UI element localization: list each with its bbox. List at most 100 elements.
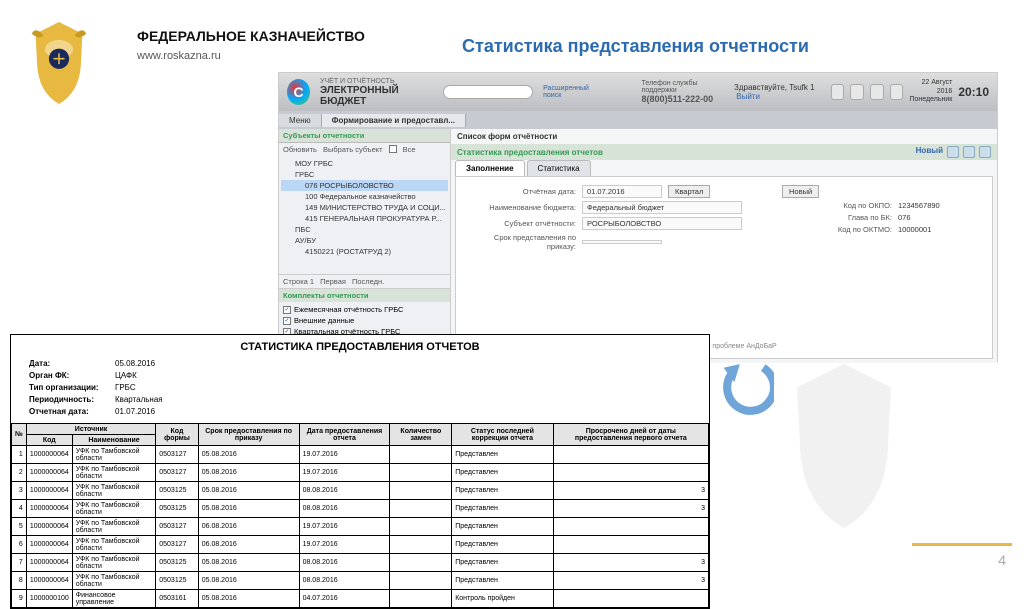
checkbox[interactable]: ✓ xyxy=(283,306,291,314)
tree-item[interactable]: ГРБС xyxy=(281,169,448,180)
table-row: 21000000064УФК по Тамбовской области0503… xyxy=(12,464,709,482)
okpo-value: 1234567890 xyxy=(898,201,940,210)
app-brand: ЭЛЕКТРОННЫЙ БЮДЖЕТ xyxy=(320,85,433,107)
col-submit-date: Дата предоставления отчета xyxy=(299,424,390,446)
app-header: С УЧЁТ И ОТЧЁТНОСТЬ ЭЛЕКТРОННЫЙ БЮДЖЕТ Р… xyxy=(279,73,997,111)
tree-item[interactable]: 415 ГЕНЕРАЛЬНАЯ ПРОКУРАТУРА Р... xyxy=(281,213,448,224)
col-name: Наименование xyxy=(72,435,156,446)
ext-search-link[interactable]: Расширенный поиск xyxy=(543,85,601,99)
oktmo-label: Код по ОКТМО: xyxy=(782,225,892,234)
page-number: 4 xyxy=(998,552,1006,568)
okpo-label: Код по ОКПО: xyxy=(782,201,892,210)
oktmo-value: 10000001 xyxy=(898,225,931,234)
checkbox[interactable]: ✓ xyxy=(283,317,291,325)
tree-item[interactable]: 4150221 (РОСТАТРУД 2) xyxy=(281,246,448,257)
tool-icon[interactable] xyxy=(963,146,975,158)
app-menu: Меню Формирование и предоставл... xyxy=(279,111,997,129)
date-label: Отчётная дата: xyxy=(466,187,576,196)
new-form-button[interactable]: Новый xyxy=(782,185,819,198)
phone-label: Телефон службы поддержки xyxy=(642,80,724,94)
col-code: Код xyxy=(26,435,72,446)
tool-icon[interactable] xyxy=(890,84,904,100)
budget-field[interactable]: Федеральный бюджет xyxy=(582,201,742,214)
sidebar: Субъекты отчетности Обновить Выбрать суб… xyxy=(279,129,451,363)
menu-item[interactable]: Меню xyxy=(279,114,322,127)
watermark-icon xyxy=(754,356,934,536)
pager-info: Строка 1 xyxy=(283,277,314,286)
deadline-label: Срок представления по приказу: xyxy=(466,233,576,251)
header-date: 22 Август 2016 xyxy=(909,79,952,96)
subj-field[interactable]: РОСРЫБОЛОВСТВО xyxy=(582,217,742,230)
greeting: Здравствуйте, Tsufk 1 xyxy=(734,83,815,92)
tree-item[interactable]: МОУ ГРБС xyxy=(281,158,448,169)
all-label: Все xyxy=(403,145,416,154)
col-status: Статус последней коррекции отчета xyxy=(452,424,553,446)
subject-tree: МОУ ГРБС ГРБС 076 РОСРЫБОЛОВСТВО 100 Фед… xyxy=(279,156,450,274)
refresh-link[interactable]: Обновить xyxy=(283,145,317,154)
table-row: 81000000064УФК по Тамбовской области0503… xyxy=(12,572,709,590)
tool-icon[interactable] xyxy=(870,84,884,100)
table-row: 31000000064УФК по Тамбовской области0503… xyxy=(12,482,709,500)
select-subject-link[interactable]: Выбрать субъект xyxy=(323,145,383,154)
report-title: СТАТИСТИКА ПРЕДОСТАВЛЕНИЯ ОТЧЕТОВ xyxy=(11,335,709,357)
chapter-value: 076 xyxy=(898,213,911,222)
tree-item[interactable]: АУ/БУ xyxy=(281,235,448,246)
col-source: Источник xyxy=(26,424,155,435)
app-logo-icon: С xyxy=(287,79,310,105)
report-meta: Дата:05.08.2016Орган ФК:ЦАФКТип организа… xyxy=(11,357,709,423)
table-row: 41000000064УФК по Тамбовской области0503… xyxy=(12,500,709,518)
sidebar-section: Субъекты отчетности xyxy=(279,129,450,143)
date-field[interactable]: 01.07.2016 xyxy=(582,185,662,198)
menu-item[interactable]: Формирование и предоставл... xyxy=(322,114,466,127)
edit-icon[interactable] xyxy=(947,146,959,158)
org-name: ФЕДЕРАЛЬНОЕ КАЗНАЧЕЙСТВО xyxy=(137,28,365,44)
main-pane: Список форм отчётности Статистика предос… xyxy=(451,129,997,363)
quarter-button[interactable]: Квартал xyxy=(668,185,710,198)
header-time: 20:10 xyxy=(958,85,989,99)
budget-label: Наименование бюджета: xyxy=(466,203,576,212)
list-title: Список форм отчётности xyxy=(451,129,997,144)
tool-icon[interactable] xyxy=(831,84,845,100)
chk-label: Ежемесячная отчётность ГРБС xyxy=(294,305,403,314)
table-row: 11000000064УФК по Тамбовской области0503… xyxy=(12,446,709,464)
stats-bar: Статистика предоставления отчетов Новый xyxy=(451,144,997,160)
tab-fill[interactable]: Заполнение xyxy=(455,160,525,176)
col-form-code: Код формы xyxy=(156,424,198,446)
tree-item[interactable]: ПБС xyxy=(281,224,448,235)
chapter-label: Глава по БК: xyxy=(782,213,892,222)
slide-title: Статистика представления отчетности xyxy=(462,36,809,57)
col-replacements: Количество замен xyxy=(390,424,452,446)
sidebar-tools: Обновить Выбрать субъект Все xyxy=(279,143,450,156)
deadline-field[interactable] xyxy=(582,240,662,244)
table-row: 61000000064УФК по Тамбовской области0503… xyxy=(12,536,709,554)
logout-link[interactable]: Выйти xyxy=(736,92,760,101)
report-overlay: СТАТИСТИКА ПРЕДОСТАВЛЕНИЯ ОТЧЕТОВ Дата:0… xyxy=(10,334,710,609)
tree-item[interactable]: 149 МИНИСТЕРСТВО ТРУДА И СОЦИ... xyxy=(281,202,448,213)
footer-accent xyxy=(912,543,1012,546)
app-screenshot: С УЧЁТ И ОТЧЁТНОСТЬ ЭЛЕКТРОННЫЙ БЮДЖЕТ Р… xyxy=(278,72,998,362)
col-deadline: Срок предоставления по приказу xyxy=(198,424,299,446)
sidebar-section: Комплекты отчетности xyxy=(279,289,450,302)
app-brand-sub: УЧЁТ И ОТЧЁТНОСТЬ xyxy=(320,78,433,85)
table-row: 51000000064УФК по Тамбовской области0503… xyxy=(12,518,709,536)
pager-last[interactable]: Последн. xyxy=(352,277,384,286)
subj-label: Субъект отчётности: xyxy=(466,219,576,228)
tree-item[interactable]: 076 РОСРЫБОЛОВСТВО xyxy=(281,180,448,191)
table-row: 71000000064УФК по Тамбовской области0503… xyxy=(12,554,709,572)
tree-item[interactable]: 100 Федеральное казначейство xyxy=(281,191,448,202)
all-checkbox[interactable] xyxy=(389,145,397,153)
chk-label: Внешние данные xyxy=(294,316,354,325)
site-url: www.roskazna.ru xyxy=(137,50,221,62)
search-input[interactable] xyxy=(443,85,533,99)
emblem-icon xyxy=(20,18,98,108)
tab-stats[interactable]: Статистика xyxy=(527,160,591,176)
new-btn[interactable]: Новый xyxy=(916,146,943,158)
table-row: 91000000100Финансовое управление05031610… xyxy=(12,590,709,608)
header-weekday: Понедельник xyxy=(909,96,952,104)
report-table: № Источник Код формы Срок предоставления… xyxy=(11,423,709,608)
form-panel: Отчётная дата: 01.07.2016 Квартал Наимен… xyxy=(455,176,993,359)
close-icon[interactable] xyxy=(979,146,991,158)
tool-icon[interactable] xyxy=(850,84,864,100)
pager-first[interactable]: Первая xyxy=(320,277,346,286)
col-overdue: Просрочено дней от даты предоставления п… xyxy=(553,424,708,446)
